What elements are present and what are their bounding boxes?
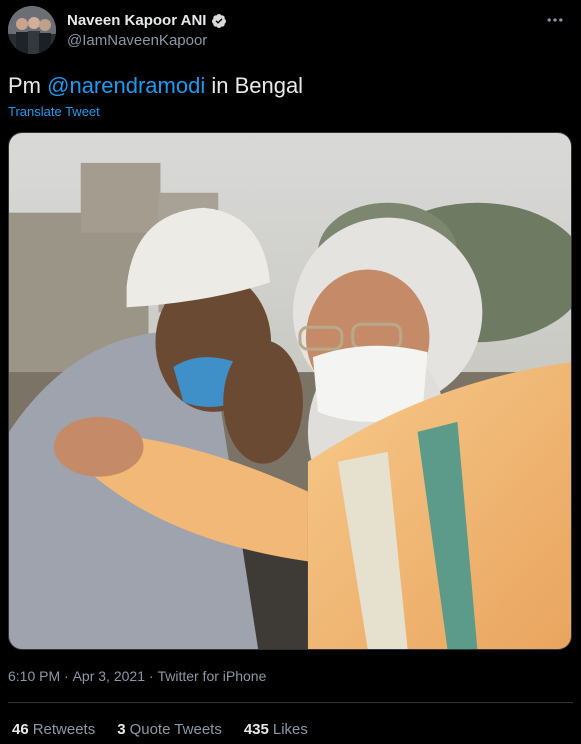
translate-tweet-link[interactable]: Translate Tweet xyxy=(8,104,100,119)
tweet-text: Pm @narendramodi in Bengal xyxy=(8,73,303,99)
retweets-count: 46 xyxy=(12,721,29,738)
meta-separator: · xyxy=(60,668,73,684)
tweet-text-prefix: Pm xyxy=(8,73,48,98)
tweet-stats: 46 Retweets 3 Quote Tweets 435 Likes xyxy=(12,721,308,738)
retweets-stat[interactable]: 46 Retweets xyxy=(12,721,95,738)
likes-count: 435 xyxy=(243,721,269,738)
quote-tweets-label: Quote Tweets xyxy=(129,721,222,738)
quote-tweets-stat[interactable]: 3 Quote Tweets xyxy=(117,721,222,738)
meta-separator: · xyxy=(144,668,158,684)
retweets-label: Retweets xyxy=(32,721,96,738)
tweet-date[interactable]: Apr 3, 2021 xyxy=(73,668,145,684)
mention-link[interactable]: @narendramodi xyxy=(47,73,205,98)
author-handle[interactable]: @IamNaveenKapoor xyxy=(67,32,207,49)
quote-tweets-count: 3 xyxy=(117,721,126,738)
name-row: Naveen Kapoor ANI xyxy=(67,12,227,29)
more-options-icon[interactable] xyxy=(545,10,565,35)
likes-stat[interactable]: 435 Likes xyxy=(244,721,308,738)
avatar[interactable] xyxy=(8,6,56,54)
verified-badge-icon xyxy=(211,13,227,29)
display-name[interactable]: Naveen Kapoor ANI xyxy=(67,12,206,29)
tweet-time[interactable]: 6:10 PM xyxy=(8,668,60,684)
tweet-header: Naveen Kapoor ANI @IamNaveenKapoor xyxy=(8,6,573,58)
tweet-text-suffix: in Bengal xyxy=(205,73,304,98)
tweet-meta: 6:10 PM · Apr 3, 2021 · Twitter for iPho… xyxy=(8,668,266,684)
likes-label: Likes xyxy=(272,721,308,738)
tweet-source[interactable]: Twitter for iPhone xyxy=(157,668,266,684)
divider xyxy=(8,702,573,703)
tweet-photo[interactable] xyxy=(8,132,572,650)
